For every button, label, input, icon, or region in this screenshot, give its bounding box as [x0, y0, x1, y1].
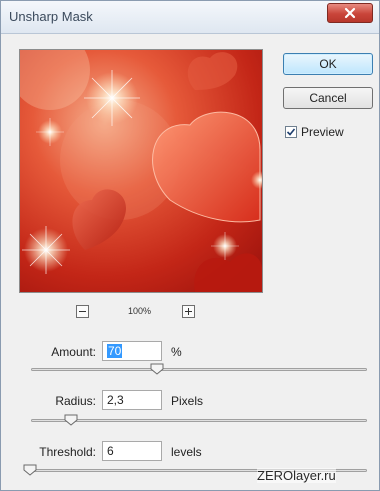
threshold-slider-thumb[interactable]: [23, 464, 37, 476]
preview-checkbox[interactable]: [285, 126, 297, 138]
sparkle-1: [84, 70, 140, 126]
amount-slider-track[interactable]: [31, 368, 367, 371]
zoom-level: 100%: [128, 306, 152, 316]
cancel-button[interactable]: Cancel: [283, 87, 373, 109]
ok-button[interactable]: OK: [283, 53, 373, 75]
preview-checkbox-label: Preview: [301, 125, 344, 139]
plus-icon: [185, 308, 192, 315]
amount-label: Amount:: [51, 345, 96, 359]
amount-input[interactable]: 70: [102, 341, 162, 361]
radius-label: Radius:: [55, 394, 96, 408]
threshold-label: Threshold:: [39, 445, 96, 459]
watermark: ZEROlayer.ru: [257, 468, 336, 483]
zoom-out-button[interactable]: [76, 305, 89, 318]
zoom-in-button[interactable]: [182, 305, 195, 318]
window-title: Unsharp Mask: [9, 9, 93, 24]
preview-image[interactable]: [19, 49, 263, 293]
hearts-preview-graphic: [20, 50, 262, 292]
threshold-input[interactable]: 6: [102, 441, 162, 461]
zoom-controls: 100%: [1, 305, 301, 321]
radius-unit: Pixels: [171, 394, 204, 408]
unsharp-mask-dialog: Unsharp Mask 100% OK Cancel Preview Amou…: [0, 0, 380, 491]
amount-slider-thumb[interactable]: [150, 363, 164, 375]
minus-icon: [79, 311, 86, 312]
radius-input[interactable]: 2,3: [102, 390, 162, 410]
title-bar[interactable]: Unsharp Mask: [1, 1, 379, 34]
threshold-unit: levels: [171, 445, 202, 459]
amount-unit: %: [171, 345, 182, 359]
amount-value: 70: [107, 344, 123, 358]
close-icon: [344, 7, 356, 19]
close-button[interactable]: [327, 3, 373, 23]
radius-value: 2,3: [107, 393, 124, 407]
preview-checkbox-row[interactable]: Preview: [285, 125, 344, 139]
threshold-value: 6: [107, 444, 114, 458]
radius-slider-thumb[interactable]: [64, 414, 78, 426]
checkmark-icon: [286, 128, 296, 136]
radius-slider-track[interactable]: [31, 419, 367, 422]
